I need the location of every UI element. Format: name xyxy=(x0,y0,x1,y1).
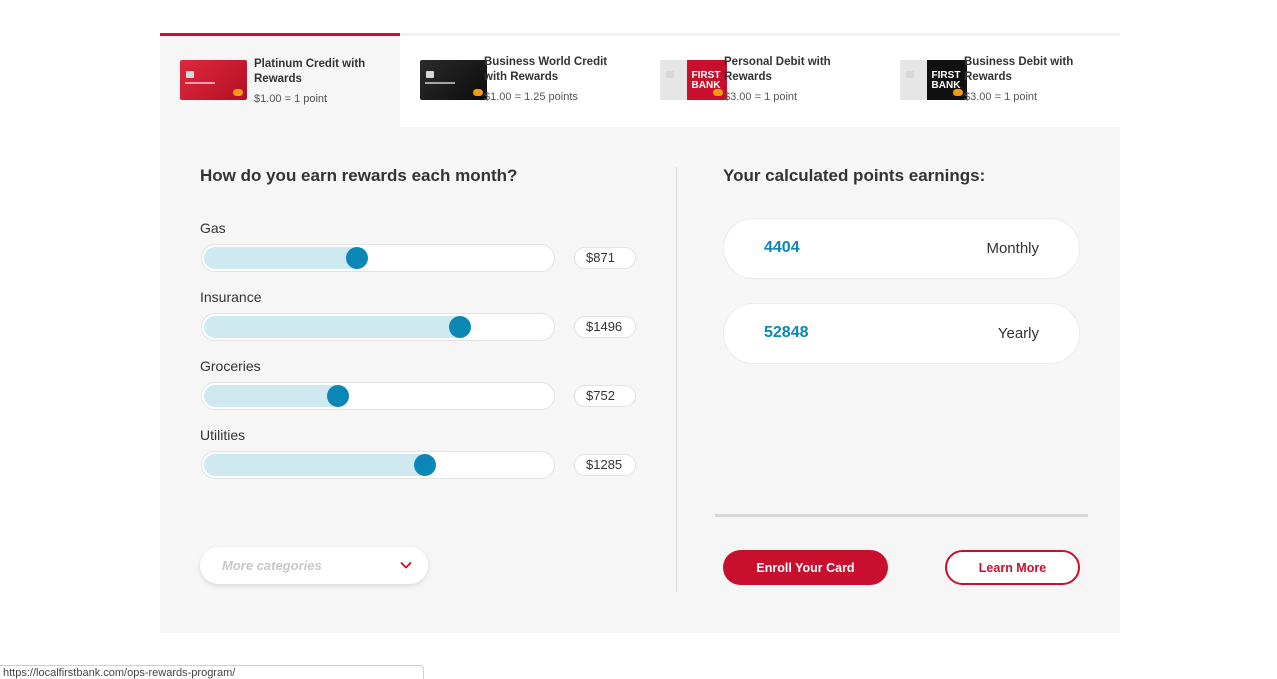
tab-title: Business Debit with Rewards xyxy=(964,56,1074,83)
slider-fill xyxy=(204,385,338,407)
card-image-personal-debit: FIRST BANK xyxy=(660,60,727,100)
category-label-insurance: Insurance xyxy=(200,289,262,305)
slider-insurance[interactable] xyxy=(201,313,555,341)
tab-personal-debit[interactable]: FIRST BANK Personal Debit with Rewards $… xyxy=(640,33,880,127)
tab-rate: $3.00 = 1 point xyxy=(724,91,798,103)
calculator-panel: How do you earn rewards each month? Gas … xyxy=(160,127,1120,633)
chevron-down-icon xyxy=(400,562,412,569)
yearly-label: Yearly xyxy=(997,325,1039,342)
value-field-gas[interactable]: $871 xyxy=(574,247,636,269)
more-categories-placeholder: More categories xyxy=(222,558,322,573)
card-brand-text: FIRST BANK xyxy=(691,70,721,91)
tab-business-debit[interactable]: FIRST BANK Business Debit with Rewards $… xyxy=(880,33,1120,127)
slider-groceries[interactable] xyxy=(201,382,555,410)
slider-handle[interactable] xyxy=(448,316,471,338)
more-categories-dropdown[interactable]: More categories xyxy=(200,547,428,584)
card-tabs: Platinum Credit with Rewards $1.00 = 1 p… xyxy=(160,33,1120,127)
slider-handle[interactable] xyxy=(326,385,349,407)
card-image-business-debit: FIRST BANK xyxy=(900,60,967,100)
category-label-groceries: Groceries xyxy=(200,358,261,374)
card-chip-icon xyxy=(186,71,194,78)
results-divider xyxy=(715,514,1088,517)
yearly-points-value: 52848 xyxy=(764,324,809,341)
card-chip-icon xyxy=(666,71,674,78)
slider-fill xyxy=(204,316,460,338)
column-divider xyxy=(676,167,677,592)
slider-handle[interactable] xyxy=(346,247,369,269)
tab-title: Business World Credit with Rewards xyxy=(484,56,608,83)
slider-utilities[interactable] xyxy=(201,451,555,479)
tab-title: Platinum Credit with Rewards xyxy=(254,58,366,85)
mastercard-logo-icon xyxy=(713,89,723,96)
slider-fill xyxy=(204,454,425,476)
monthly-label: Monthly xyxy=(986,240,1039,257)
tab-rate: $3.00 = 1 point xyxy=(964,91,1038,103)
value-field-insurance[interactable]: $1496 xyxy=(574,316,636,338)
card-brand-text: FIRST BANK xyxy=(931,70,961,91)
mastercard-logo-icon xyxy=(953,89,963,96)
tab-business-world-credit[interactable]: Business World Credit with Rewards $1.00… xyxy=(400,33,640,127)
category-label-utilities: Utilities xyxy=(200,427,246,443)
enroll-card-button[interactable]: Enroll Your Card xyxy=(723,550,888,585)
value-field-utilities[interactable]: $1285 xyxy=(574,454,636,476)
slider-gas[interactable] xyxy=(201,244,555,272)
tab-platinum-credit[interactable]: Platinum Credit with Rewards $1.00 = 1 p… xyxy=(160,33,400,127)
tab-rate: $1.00 = 1.25 points xyxy=(484,91,578,103)
value-field-groceries[interactable]: $752 xyxy=(574,385,636,407)
results-title: Your calculated points earnings: xyxy=(723,166,986,185)
mastercard-logo-icon xyxy=(233,89,243,96)
learn-more-button[interactable]: Learn More xyxy=(945,550,1080,585)
card-image-platinum-credit xyxy=(180,60,247,100)
tab-rate: $1.00 = 1 point xyxy=(254,93,328,105)
monthly-result: 4404 Monthly xyxy=(723,218,1080,279)
card-number-stripe xyxy=(185,82,215,84)
mastercard-logo-icon xyxy=(473,89,483,96)
card-number-stripe xyxy=(425,82,455,84)
yearly-result: 52848 Yearly xyxy=(723,303,1080,364)
tab-title: Personal Debit with Rewards xyxy=(724,56,831,83)
slider-handle[interactable] xyxy=(413,454,436,476)
calculator-title: How do you earn rewards each month? xyxy=(200,166,518,185)
card-image-business-world-credit xyxy=(420,60,487,100)
card-chip-icon xyxy=(906,71,914,78)
card-chip-icon xyxy=(426,71,434,78)
slider-fill xyxy=(204,247,358,269)
category-label-gas: Gas xyxy=(200,220,226,236)
monthly-points-value: 4404 xyxy=(764,239,800,256)
